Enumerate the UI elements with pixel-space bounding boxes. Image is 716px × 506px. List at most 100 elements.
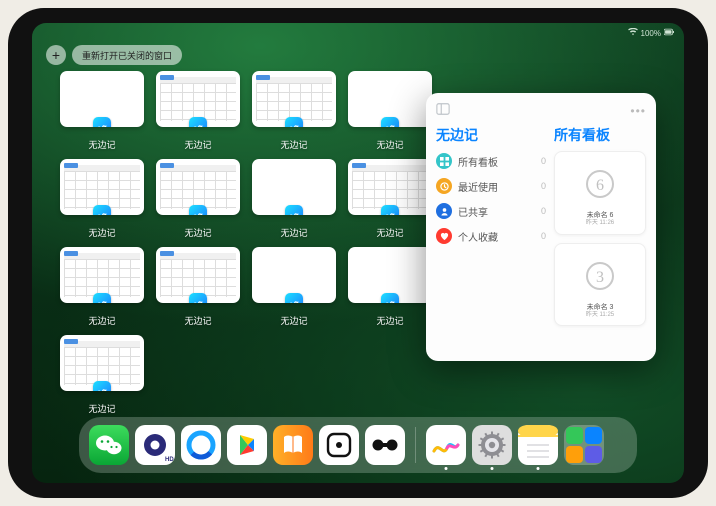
thumbnail-preview [252,71,336,127]
dock-freeform-icon[interactable] [426,425,466,465]
freeform-app-icon [285,205,303,215]
category-label: 所有看板 [458,154,498,169]
thumbnail-label: 无边记 [88,314,115,327]
board-subtitle: 昨天 11:25 [559,312,641,319]
thumbnail-preview [156,247,240,303]
freeform-app-icon [285,117,303,127]
thumbnail-label: 无边记 [88,226,115,239]
thumbnail-preview [348,159,432,215]
freeform-app-icon [285,293,303,303]
thumbnail-preview [60,335,144,391]
app-thumbnail[interactable]: 无边记 [60,159,144,239]
wifi-icon [628,28,638,38]
panel-sidebar: 无边记 所有看板 0 最近使用 0 已共享 0 个人收藏 0 [436,125,546,361]
freeform-app-icon [381,293,399,303]
freeform-app-icon [93,293,111,303]
svg-text:6: 6 [596,177,604,194]
freeform-app-icon [93,117,111,127]
thumbnail-preview [60,71,144,127]
category-item[interactable]: 最近使用 0 [436,178,546,194]
panel-right-title: 所有看板 [554,125,646,145]
freeform-app-icon [189,205,207,215]
dock-quark-icon[interactable]: HD [135,425,175,465]
dock-settings-icon[interactable] [472,425,512,465]
freeform-panel: ••• 无边记 所有看板 0 最近使用 0 已共享 0 个人收藏 0 [426,93,656,361]
dock-dice-icon[interactable] [319,425,359,465]
dock-qqbrowser-icon[interactable] [181,425,221,465]
freeform-app-icon [381,117,399,127]
panel-boards: 所有看板 6 未命名 6昨天 11:26 3 未命名 3昨天 11:25 [554,125,646,361]
battery-label: 100% [641,29,661,38]
freeform-app-icon [189,117,207,127]
clock-icon [436,178,452,194]
top-controls: + 重新打开已关闭的窗口 [46,45,182,65]
dock-dumbbell-icon[interactable] [365,425,405,465]
reopen-closed-window-button[interactable]: 重新打开已关闭的窗口 [72,45,182,65]
panel-left-title: 无边记 [436,125,546,145]
board-item[interactable]: 6 未命名 6昨天 11:26 [554,151,646,235]
thumbnail-preview [348,71,432,127]
thumbnail-preview [60,159,144,215]
thumbnail-label: 无边记 [88,402,115,415]
dock-notes-icon[interactable] [518,425,558,465]
dock: HD [79,417,637,473]
thumbnail-label: 无边记 [184,314,211,327]
dock-books-icon[interactable] [273,425,313,465]
thumbnail-preview [348,247,432,303]
more-icon[interactable]: ••• [630,104,646,118]
app-thumbnail[interactable]: 无边记 [348,159,432,239]
thumbnail-label: 无边记 [184,138,211,151]
app-thumbnail[interactable]: 无边记 [252,247,336,327]
svg-text:HD: HD [165,457,174,463]
thumbnail-label: 无边记 [280,314,307,327]
thumbnail-label: 无边记 [280,226,307,239]
app-thumbnail[interactable]: 无边记 [348,247,432,327]
category-label: 个人收藏 [458,229,498,244]
board-title: 未命名 3 [559,304,641,312]
freeform-app-icon [189,293,207,303]
svg-text:3: 3 [596,269,604,286]
category-label: 最近使用 [458,179,498,194]
thumbnail-preview [252,159,336,215]
sidebar-icon[interactable] [436,102,450,121]
app-thumbnail[interactable]: 无边记 [348,71,432,151]
app-thumbnail[interactable]: 无边记 [252,71,336,151]
category-count: 0 [541,231,546,241]
thumbnail-label: 无边记 [184,226,211,239]
grid-icon [436,153,452,169]
board-sketch: 6 [559,156,641,212]
app-thumbnail[interactable]: 无边记 [60,247,144,327]
app-thumbnail[interactable]: 无边记 [60,71,144,151]
dock-wechat-icon[interactable] [89,425,129,465]
app-thumbnail[interactable]: 无边记 [156,71,240,151]
thumbnail-label: 无边记 [376,138,403,151]
dock-separator [415,427,416,463]
category-item[interactable]: 个人收藏 0 [436,228,546,244]
screen: 100% + 重新打开已关闭的窗口 无边记 无边记 无边记 [32,23,684,483]
app-thumbnail[interactable]: 无边记 [156,247,240,327]
thumbnail-label: 无边记 [280,138,307,151]
app-switcher-grid: 无边记 无边记 无边记 无边记 无边记 无边记 [60,71,430,415]
status-bar: 100% [32,26,684,40]
freeform-app-icon [93,205,111,215]
category-count: 0 [541,156,546,166]
category-item[interactable]: 已共享 0 [436,203,546,219]
board-subtitle: 昨天 11:26 [559,220,641,227]
ipad-frame: 100% + 重新打开已关闭的窗口 无边记 无边记 无边记 [8,8,708,498]
add-window-button[interactable]: + [46,45,66,65]
app-thumbnail[interactable]: 无边记 [252,159,336,239]
board-sketch: 3 [559,248,641,304]
board-item[interactable]: 3 未命名 3昨天 11:25 [554,243,646,327]
thumbnail-preview [156,159,240,215]
thumbnail-label: 无边记 [376,226,403,239]
dock-app-library-icon[interactable] [564,425,604,465]
dock-play-icon[interactable] [227,425,267,465]
thumbnail-label: 无边记 [88,138,115,151]
category-count: 0 [541,181,546,191]
app-thumbnail[interactable]: 无边记 [156,159,240,239]
app-thumbnail[interactable]: 无边记 [60,335,144,415]
heart-icon [436,228,452,244]
thumbnail-preview [60,247,144,303]
category-count: 0 [541,206,546,216]
category-item[interactable]: 所有看板 0 [436,153,546,169]
